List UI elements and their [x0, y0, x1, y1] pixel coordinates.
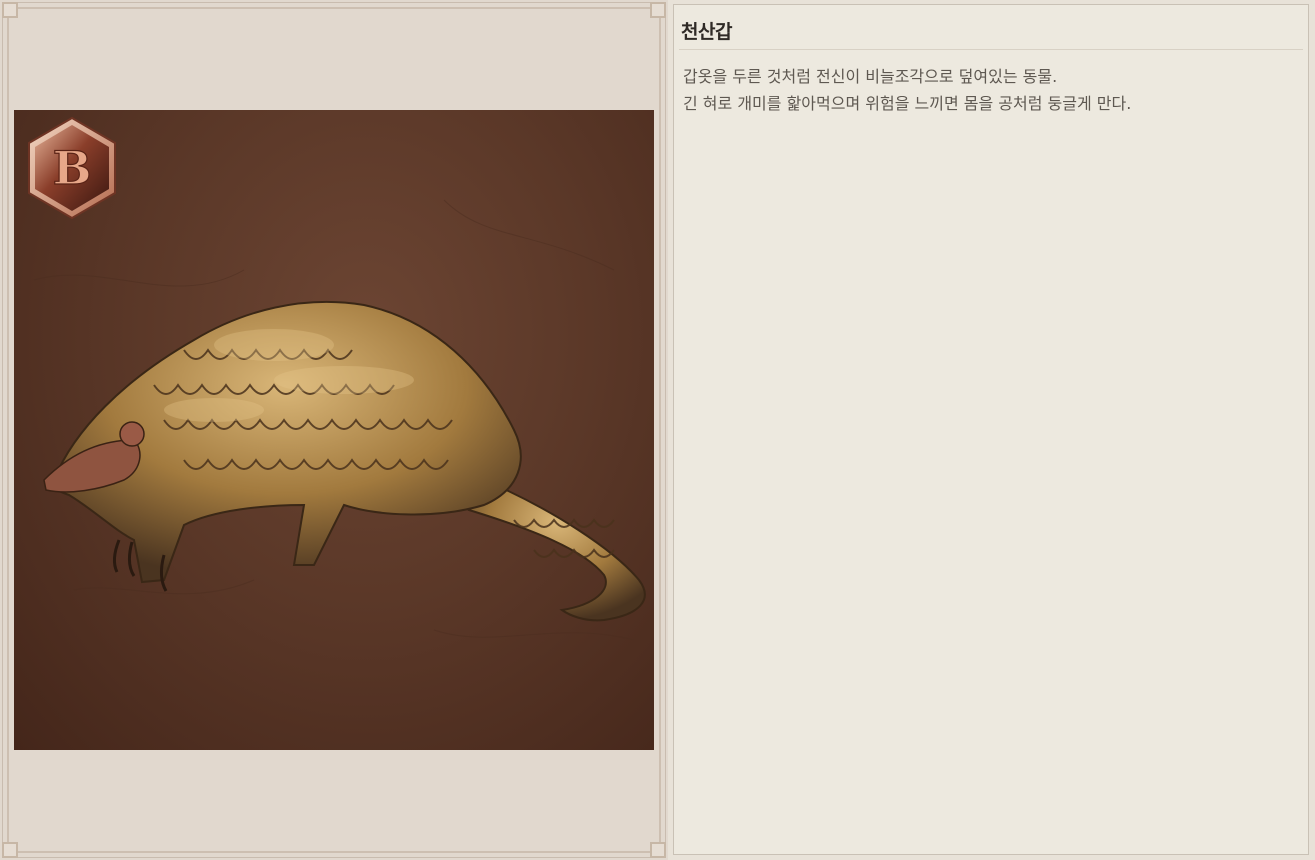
frame-corner-ornament — [2, 2, 18, 18]
creature-detail-view: B 천산갑 갑옷을 두른 것처럼 전신이 비늘조각으로 덮여있는 동물. 긴 혀… — [0, 0, 1315, 860]
frame-corner-ornament — [2, 842, 18, 858]
description-line: 갑옷을 두른 것처럼 전신이 비늘조각으로 덮여있는 동물. — [683, 67, 1058, 86]
title-divider — [679, 49, 1303, 50]
grade-letter: B — [53, 141, 92, 195]
pangolin-illustration: B — [28, 116, 646, 641]
creature-info-panel: 천산갑 갑옷을 두른 것처럼 전신이 비늘조각으로 덮여있는 동물. 긴 혀로 … — [673, 4, 1309, 855]
creature-description: 갑옷을 두른 것처럼 전신이 비늘조각으로 덮여있는 동물. 긴 혀로 개미를 … — [683, 63, 1298, 117]
creature-image-panel: B — [0, 0, 668, 860]
frame-corner-ornament — [650, 2, 666, 18]
description-line: 긴 혀로 개미를 핥아먹으며 위험을 느끼면 몸을 공처럼 둥글게 만다. — [683, 94, 1132, 113]
creature-name: 천산갑 — [681, 21, 732, 43]
hexagon-grade-badge-icon: B — [28, 116, 116, 220]
frame-corner-ornament — [650, 842, 666, 858]
creature-art: B — [14, 110, 654, 750]
